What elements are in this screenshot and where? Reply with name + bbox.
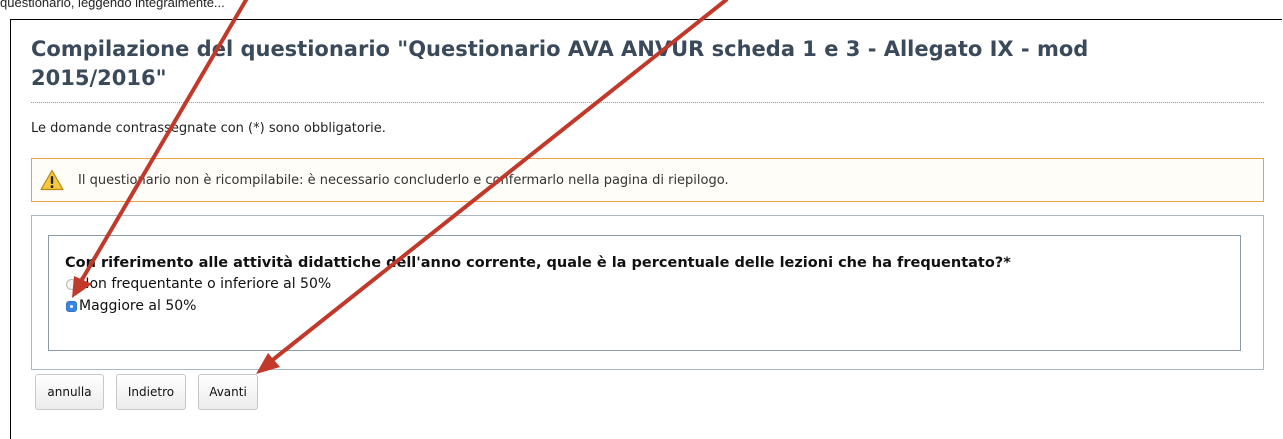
question-fieldset <box>48 235 1241 351</box>
warning-triangle-icon <box>40 169 64 191</box>
warning-text: Il questionario non è ricompilabile: è n… <box>78 173 729 188</box>
title-divider <box>31 102 1264 103</box>
cancel-button[interactable]: annulla <box>35 374 104 410</box>
radio-checked[interactable] <box>66 300 77 312</box>
header-fragment: questionario, leggendo integralmente... <box>0 0 225 10</box>
page-title: Compilazione del questionario "Questiona… <box>31 37 1089 90</box>
radio-unchecked[interactable] <box>66 278 77 290</box>
back-button[interactable]: Indietro <box>116 374 186 410</box>
option-maggiore-50[interactable]: Maggiore al 50% <box>66 297 196 315</box>
option-label: Non frequentante o inferiore al 50% <box>79 276 332 292</box>
question-label: Con riferimento alle attività didattiche… <box>65 255 1011 271</box>
next-button[interactable]: Avanti <box>198 374 258 410</box>
mandatory-note: Le domande contrassegnate con (*) sono o… <box>31 121 386 136</box>
option-non-frequentante[interactable]: Non frequentante o inferiore al 50% <box>66 275 331 293</box>
option-label: Maggiore al 50% <box>79 298 197 314</box>
warning-message: Il questionario non è ricompilabile: è n… <box>31 158 1264 202</box>
